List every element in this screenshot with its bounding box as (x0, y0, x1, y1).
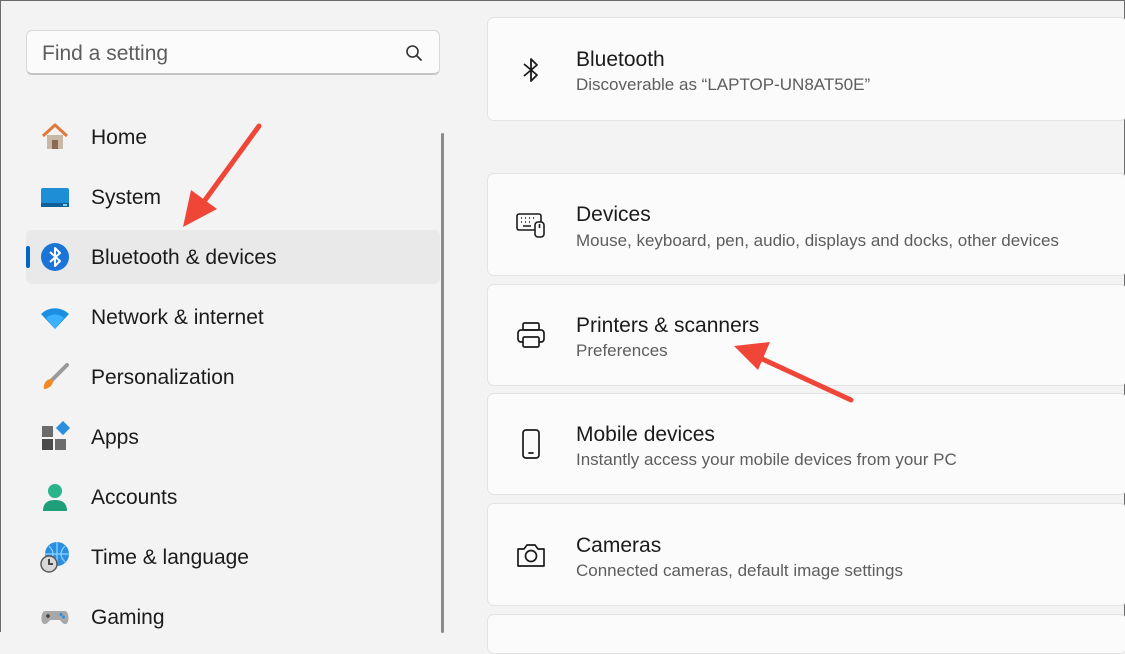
card-subtitle: Instantly access your mobile devices fro… (576, 450, 957, 469)
sidebar-item-label: Bluetooth & devices (91, 246, 277, 269)
cameras-card[interactable]: Cameras Connected cameras, default image… (487, 503, 1125, 606)
bluetooth-card[interactable]: Bluetooth Discoverable as “LAPTOP-UN8AT5… (487, 17, 1125, 121)
sidebar-item-label: Time & language (91, 546, 249, 569)
bluetooth-icon (41, 243, 69, 271)
sidebar-nav: Home System Bluetooth & devices Network … (26, 110, 440, 650)
search-box[interactable]: Find a setting (26, 30, 440, 75)
card-title: Cameras (576, 534, 662, 557)
sidebar-item-bluetooth-devices[interactable]: Bluetooth & devices (26, 230, 440, 284)
keyboard-mouse-icon (516, 213, 545, 238)
sidebar-item-network[interactable]: Network & internet (26, 290, 440, 344)
sidebar-item-system[interactable]: System (26, 170, 440, 224)
sidebar-item-apps[interactable]: Apps (26, 410, 440, 464)
camera-icon (517, 544, 545, 567)
printers-scanners-card[interactable]: Printers & scanners Preferences (487, 284, 1125, 386)
search-input[interactable]: Find a setting (42, 42, 168, 66)
mobile-devices-card[interactable]: Mobile devices Instantly access your mob… (487, 393, 1125, 495)
selection-indicator (26, 246, 30, 268)
bluetooth-icon (523, 58, 538, 82)
sidebar-item-personalization[interactable]: Personalization (26, 350, 440, 404)
card-subtitle: Connected cameras, default image setting… (576, 561, 903, 580)
card-title: Bluetooth (576, 48, 665, 71)
devices-card[interactable]: Devices Mouse, keyboard, pen, audio, dis… (487, 173, 1125, 276)
sidebar-item-label: Accounts (91, 486, 178, 509)
sidebar-item-label: Gaming (91, 606, 165, 629)
phone-icon (522, 429, 540, 459)
globe-clock-icon (40, 542, 69, 573)
sidebar-item-label: Network & internet (91, 306, 264, 329)
sidebar-item-time-language[interactable]: Time & language (26, 530, 440, 584)
monitor-icon (41, 188, 69, 207)
sidebar-item-label: Personalization (91, 366, 235, 389)
sidebar-item-home[interactable]: Home (26, 110, 440, 164)
sidebar-item-gaming[interactable]: Gaming (26, 590, 440, 644)
sidebar-item-accounts[interactable]: Accounts (26, 470, 440, 524)
apps-icon (42, 421, 71, 450)
card-title: Printers & scanners (576, 314, 760, 337)
sidebar-item-label: System (91, 186, 162, 209)
person-icon (43, 484, 67, 511)
sidebar-item-label: Home (91, 126, 148, 149)
card-title: Devices (576, 203, 651, 226)
card-subtitle: Preferences (576, 341, 668, 360)
brush-icon (43, 363, 69, 389)
home-icon (41, 123, 69, 149)
gamepad-icon (41, 611, 69, 625)
printer-icon (517, 322, 545, 348)
sidebar-item-label: Apps (91, 426, 139, 449)
card-title: Mobile devices (576, 423, 715, 446)
card-subtitle: Discoverable as “LAPTOP-UN8AT50E” (576, 75, 871, 94)
card-subtitle: Mouse, keyboard, pen, audio, displays an… (576, 231, 1059, 250)
search-icon (406, 45, 422, 61)
sidebar-scrollbar[interactable] (441, 133, 444, 633)
wifi-icon (41, 308, 69, 329)
next-card-partial[interactable] (487, 614, 1125, 654)
